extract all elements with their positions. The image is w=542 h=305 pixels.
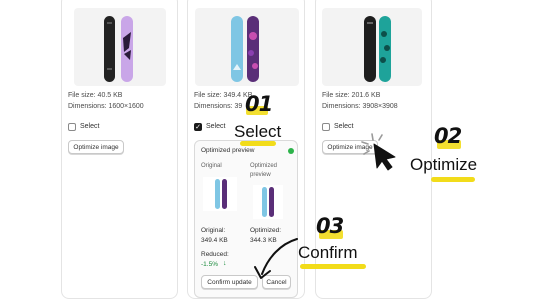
arrow-down-icon: ↓ (223, 260, 227, 267)
file-size: File size: 349.4 KB (194, 92, 253, 99)
snowboard-image (215, 179, 227, 209)
click-cursor-icon (361, 133, 396, 171)
dimensions: Dimensions: 1600×1600 (68, 103, 144, 110)
original-label: Original (201, 163, 222, 169)
original-size-value: 349.4 KB (201, 237, 228, 244)
select-label: Select (334, 123, 354, 130)
product-image (322, 8, 422, 86)
status-dot (288, 148, 294, 154)
product-image (74, 8, 166, 86)
file-size: File size: 40.5 KB (68, 92, 123, 99)
snowboard-image (262, 187, 274, 217)
select-checkbox[interactable] (322, 123, 330, 131)
original-thumbnail (203, 177, 237, 211)
snowboard-image (364, 16, 391, 82)
optimized-size-label: Optimized: (250, 227, 282, 234)
dimensions: Dimensions: 39 (194, 103, 243, 110)
optimized-preview-label: Optimized (250, 163, 278, 169)
step-number-01: 01 (245, 92, 273, 116)
select-checkbox[interactable] (68, 123, 76, 131)
product-image (195, 8, 299, 86)
original-size-label: Original: (201, 227, 226, 234)
optimized-preview-label-2: preview (250, 172, 271, 178)
step-label-highlight (300, 264, 366, 269)
reduced-label: Reduced: (201, 251, 229, 258)
optimize-image-button[interactable]: Optimize image (68, 140, 124, 154)
step-label-highlight (431, 177, 475, 182)
select-label: Select (206, 123, 226, 130)
step-number-03: 03 (316, 214, 344, 238)
step-label-confirm: Confirm (298, 243, 358, 262)
select-checkbox-checked[interactable]: ✓ (194, 123, 202, 131)
curved-arrow-icon (254, 238, 298, 279)
step-number-02: 02 (434, 124, 462, 148)
dimensions: Dimensions: 3908×3908 (322, 103, 398, 110)
reduced-value: -1.5% (201, 261, 218, 268)
step-label-optimize: Optimize (410, 155, 478, 174)
snowboard-image (104, 16, 133, 82)
product-card-1: File size: 40.5 KB Dimensions: 1600×1600… (61, 0, 178, 299)
snowboard-image (231, 16, 259, 82)
optimized-thumbnail (253, 185, 283, 219)
panel-title: Optimized preview (201, 147, 255, 154)
file-size: File size: 201.6 KB (322, 92, 381, 99)
step-label-select: Select (234, 122, 282, 141)
select-label: Select (80, 123, 100, 130)
